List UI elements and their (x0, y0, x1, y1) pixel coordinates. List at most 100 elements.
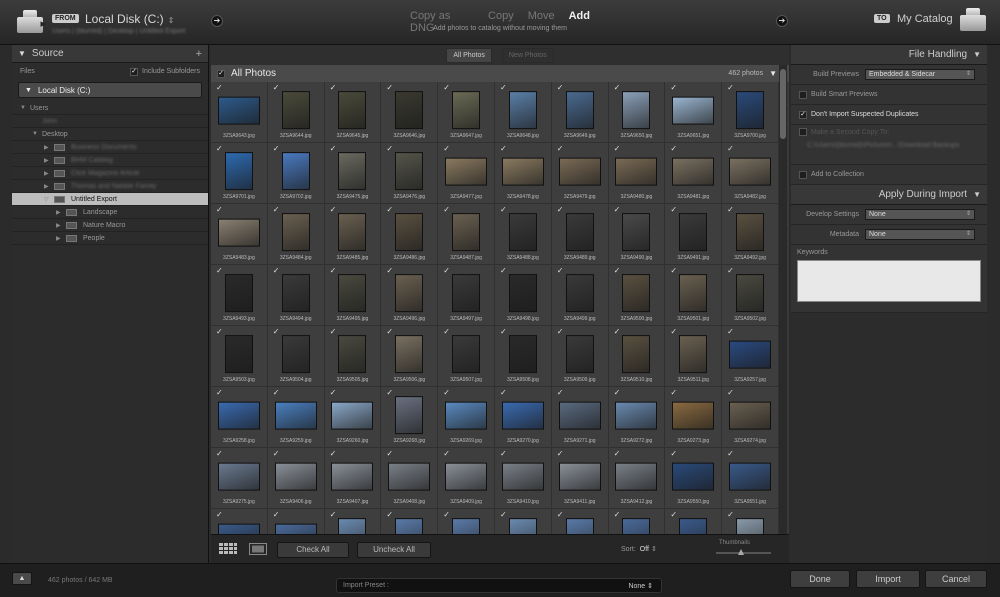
photo-cell[interactable]: ✓ 3ZSA9411.jpg (551, 448, 609, 509)
photo-thumbnail[interactable] (217, 218, 260, 247)
chevron-down-icon[interactable]: ▼ (769, 69, 777, 78)
photo-cell[interactable]: ✓ 3ZSA9506.jpg (381, 326, 439, 387)
photo-thumbnail[interactable] (331, 401, 374, 430)
photo-checkbox[interactable]: ✓ (557, 266, 564, 275)
photo-thumbnail[interactable] (395, 213, 424, 252)
photo-checkbox[interactable]: ✓ (330, 449, 337, 458)
photo-cell[interactable]: ✓ 3ZSA9259.jpg (267, 387, 325, 448)
photo-thumbnail[interactable] (736, 518, 765, 534)
photo-checkbox[interactable]: ✓ (443, 510, 450, 519)
photo-cell[interactable]: ✓ 3ZSA9271.jpg (551, 387, 609, 448)
photo-thumbnail[interactable] (388, 462, 431, 491)
disclosure-triangle-icon[interactable]: ▶ (44, 183, 54, 190)
photo-thumbnail[interactable] (501, 462, 544, 491)
photo-thumbnail[interactable] (558, 157, 601, 186)
photo-cell[interactable]: ✓ 3ZSA9475.jpg (324, 143, 382, 204)
photo-cell[interactable]: ✓ 3ZSA9260.jpg (324, 387, 382, 448)
photo-thumbnail[interactable] (565, 274, 594, 313)
photo-checkbox[interactable]: ✓ (614, 83, 621, 92)
disclosure-triangle-icon[interactable]: ▶ (44, 157, 54, 164)
photo-thumbnail[interactable] (672, 96, 715, 125)
photo-thumbnail[interactable] (558, 401, 601, 430)
photo-cell[interactable]: ✓ (324, 509, 382, 534)
photo-checkbox[interactable]: ✓ (727, 388, 734, 397)
photo-checkbox[interactable]: ✓ (614, 510, 621, 519)
photo-cell[interactable]: ✓ 3ZSA9480.jpg (608, 143, 666, 204)
photo-thumbnail[interactable] (338, 518, 367, 534)
photo-cell[interactable]: ✓ 3ZSA9485.jpg (324, 204, 382, 265)
photo-thumbnail[interactable] (445, 157, 488, 186)
photo-cell[interactable]: ✓ 3ZSA9503.jpg (211, 326, 268, 387)
duplicates-checkbox[interactable]: ✓ (799, 110, 807, 119)
photo-thumbnail[interactable] (622, 91, 651, 130)
photo-cell[interactable]: ✓ 3ZSA9492.jpg (722, 204, 779, 265)
photo-checkbox[interactable]: ✓ (500, 327, 507, 336)
photo-cell[interactable]: ✓ (211, 509, 268, 534)
photo-thumbnail[interactable] (338, 335, 367, 374)
photo-thumbnail[interactable] (501, 157, 544, 186)
photo-checkbox[interactable]: ✓ (273, 510, 280, 519)
photo-thumbnail[interactable] (729, 462, 772, 491)
disclosure-triangle-icon[interactable]: ▶ (56, 209, 66, 216)
photo-checkbox[interactable]: ✓ (614, 327, 621, 336)
photo-thumbnail[interactable] (274, 401, 317, 430)
photo-checkbox[interactable]: ✓ (727, 266, 734, 275)
photo-cell[interactable]: ✓ 3ZSA9272.jpg (608, 387, 666, 448)
photo-cell[interactable]: ✓ 3ZSA9486.jpg (381, 204, 439, 265)
import-preset-select[interactable]: Import Preset : None ⇕ (336, 578, 662, 593)
photo-checkbox[interactable]: ✓ (670, 266, 677, 275)
photo-thumbnail[interactable] (217, 401, 260, 430)
folder-tree-item[interactable]: ▼ Users (12, 102, 208, 115)
photo-thumbnail[interactable] (622, 274, 651, 313)
photo-cell[interactable]: ✓ 3ZSA9511.jpg (665, 326, 723, 387)
photo-cell[interactable]: ✓ 3ZSA9644.jpg (267, 82, 325, 143)
photo-thumbnail[interactable] (736, 91, 765, 130)
photo-cell[interactable]: ✓ 3ZSA9494.jpg (267, 265, 325, 326)
select-all-checkbox[interactable]: ✓ (217, 69, 225, 78)
photo-thumbnail[interactable] (445, 401, 488, 430)
photo-cell[interactable]: ✓ 3ZSA9275.jpg (211, 448, 268, 509)
folder-tree-item[interactable]: ▶ Landscape (12, 206, 208, 219)
scrollbar-thumb[interactable] (780, 69, 786, 139)
photo-thumbnail[interactable] (331, 462, 374, 491)
photo-checkbox[interactable]: ✓ (727, 83, 734, 92)
photo-thumbnail[interactable] (217, 96, 260, 125)
photo-thumbnail[interactable] (452, 518, 481, 534)
photo-cell[interactable]: ✓ (551, 509, 609, 534)
photo-checkbox[interactable]: ✓ (330, 144, 337, 153)
check-all-button[interactable]: Check All (277, 542, 349, 558)
photo-thumbnail[interactable] (615, 462, 658, 491)
photo-cell[interactable]: ✓ 3ZSA9488.jpg (494, 204, 552, 265)
photo-cell[interactable]: ✓ 3ZSA9501.jpg (665, 265, 723, 326)
photo-cell[interactable]: ✓ 3ZSA9499.jpg (551, 265, 609, 326)
photo-thumbnail[interactable] (395, 91, 424, 130)
photo-thumbnail[interactable] (338, 213, 367, 252)
photo-thumbnail[interactable] (445, 462, 488, 491)
photo-thumbnail[interactable] (338, 274, 367, 313)
sort-control[interactable]: Sort: Off ⇕ (621, 545, 657, 553)
photo-checkbox[interactable]: ✓ (330, 388, 337, 397)
photo-checkbox[interactable]: ✓ (443, 144, 450, 153)
photo-thumbnail[interactable] (224, 335, 253, 374)
develop-settings-select[interactable]: None ⇕ (865, 209, 975, 220)
photo-thumbnail[interactable] (736, 213, 765, 252)
photo-cell[interactable]: ✓ 3ZSA9408.jpg (381, 448, 439, 509)
uncheck-all-button[interactable]: Uncheck All (357, 542, 431, 558)
photo-cell[interactable]: ✓ (438, 509, 495, 534)
photo-checkbox[interactable]: ✓ (557, 510, 564, 519)
photo-checkbox[interactable]: ✓ (216, 449, 223, 458)
photo-checkbox[interactable]: ✓ (670, 388, 677, 397)
photo-cell[interactable]: ✓ 3ZSA9269.jpg (438, 387, 495, 448)
photo-checkbox[interactable]: ✓ (386, 388, 393, 397)
thumbnail-size-slider[interactable] (716, 549, 771, 555)
duplicates-row[interactable]: ✓ Don't Import Suspected Duplicates (791, 105, 987, 125)
photo-cell[interactable]: ✓ 3ZSA9407.jpg (324, 448, 382, 509)
photo-cell[interactable]: ✓ (665, 509, 723, 534)
volume-local-disk[interactable]: ▼ Local Disk (C:) (18, 82, 202, 98)
photo-cell[interactable]: ✓ 3ZSA9648.jpg (494, 82, 552, 143)
photo-thumbnail[interactable] (729, 340, 772, 369)
photo-cell[interactable]: ✓ 3ZSA9257.jpg (722, 326, 779, 387)
photo-cell[interactable]: ✓ 3ZSA9479.jpg (551, 143, 609, 204)
photo-checkbox[interactable]: ✓ (670, 510, 677, 519)
photo-checkbox[interactable]: ✓ (727, 144, 734, 153)
